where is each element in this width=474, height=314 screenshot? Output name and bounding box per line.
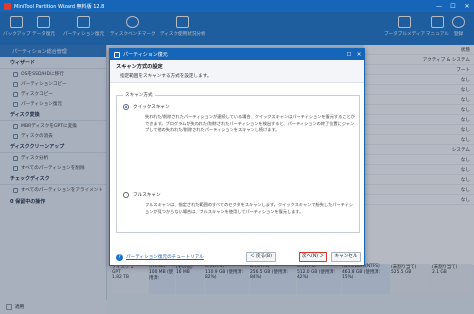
full-scan-description: フルスキャンは、指定された範囲のすべてのセクタをスキャンします。クイックスキャン… (145, 202, 353, 214)
dialog-app-icon (114, 51, 120, 58)
maximize-icon[interactable]: ☐ (446, 3, 460, 10)
full-scan-radio[interactable] (123, 192, 129, 198)
window-controls: — ☐ ✕ (432, 3, 474, 10)
dialog-subheading: 指定範囲をスキャンする方式を設定します。 (120, 74, 212, 79)
app-logo-icon (4, 2, 11, 10)
quick-scan-description: 失われた/削除されたパーティションが連続している場合、クイックスキャンはパーティ… (145, 114, 355, 133)
full-scan-label[interactable]: フルスキャン (133, 192, 161, 198)
dialog-title: パーティション復元 (123, 52, 168, 58)
full-scan-option[interactable]: フルスキャン フルスキャンは、指定された範囲のすべてのセクタをスキャンします。ク… (123, 192, 357, 228)
app-title: MiniTool Partition Wizard 無料版 12.8 (14, 3, 105, 10)
dialog-window-controls: ☐ ✕ (344, 52, 364, 58)
dialog-titlebar: パーティション復元 ☐ ✕ (110, 49, 364, 60)
dialog-maximize-icon[interactable]: ☐ (344, 52, 354, 58)
scan-method-group: スキャン方式 クイックスキャン 失われた/削除されたパーティションが連続している… (116, 92, 360, 233)
dialog-close-icon[interactable]: ✕ (354, 52, 364, 58)
next-button[interactable]: 次へ(N) ＞ (299, 252, 327, 262)
dialog-header: スキャン方式の設定 指定範囲をスキャンする方式を設定します。 (110, 60, 364, 83)
close-icon[interactable]: ✕ (460, 3, 474, 10)
help-tutorial[interactable]: ? パーティション復元のチュートリアル (116, 253, 204, 261)
minimize-icon[interactable]: — (432, 3, 446, 10)
back-button[interactable]: ＜ 戻る(B) (246, 252, 276, 262)
dialog-heading: スキャン方式の設定 (116, 64, 163, 70)
app-titlebar: MiniTool Partition Wizard 無料版 12.8 — ☐ ✕ (0, 0, 474, 12)
quick-scan-option[interactable]: クイックスキャン 失われた/削除されたパーティションが連続している場合、クイック… (123, 104, 357, 164)
dialog-footer: ? パーティション復元のチュートリアル ＜ 戻る(B) 次へ(N) ＞ キャンセ… (110, 249, 364, 265)
quick-scan-radio[interactable] (123, 104, 129, 110)
scan-method-legend: スキャン方式 (123, 92, 155, 98)
help-icon: ? (116, 253, 123, 261)
quick-scan-label[interactable]: クイックスキャン (133, 104, 170, 110)
partition-recovery-dialog: パーティション復元 ☐ ✕ スキャン方式の設定 指定範囲をスキャンする方式を設定… (109, 48, 365, 266)
cancel-button[interactable]: キャンセル (331, 252, 361, 262)
tutorial-link[interactable]: パーティション復元のチュートリアル (126, 254, 204, 260)
